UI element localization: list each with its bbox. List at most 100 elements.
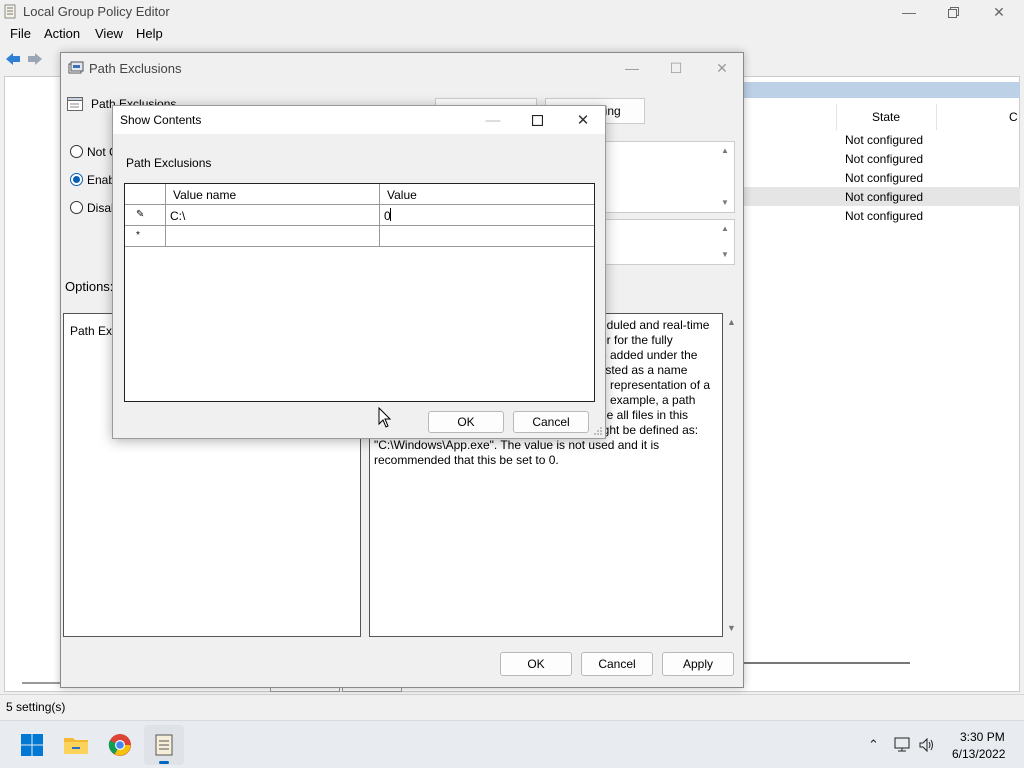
- maximize-button[interactable]: [523, 109, 551, 131]
- row-edit-marker[interactable]: ✎: [125, 205, 166, 226]
- help-text: "C:\Windows\App.exe". The value is not u…: [374, 438, 660, 452]
- show-contents-titlebar: Show Contents — ✕: [113, 106, 605, 134]
- scroll-up-icon[interactable]: ▲: [727, 317, 736, 327]
- row-header-corner: [125, 184, 166, 205]
- restore-icon: [947, 6, 959, 18]
- options-label: Options:: [65, 279, 114, 294]
- policy-window-title: Path Exclusions: [89, 61, 182, 76]
- network-icon[interactable]: [894, 737, 912, 753]
- windows-logo-icon: [21, 734, 43, 756]
- scroll-down-icon[interactable]: ▼: [727, 623, 736, 633]
- maximize-button[interactable]: ☐: [661, 57, 691, 79]
- minimize-button[interactable]: —: [886, 0, 932, 24]
- help-text: ight be defined as:: [600, 423, 699, 437]
- list-label: Path Exclusions: [126, 156, 212, 170]
- column-header-comment[interactable]: C: [1009, 110, 1018, 124]
- table-row-selected[interactable]: Not configured: [744, 187, 1020, 206]
- show-contents-title: Show Contents: [120, 113, 202, 127]
- policy-editor-icon: [155, 734, 173, 756]
- chevron-up-icon[interactable]: ⌃: [868, 737, 879, 753]
- clock-time[interactable]: 3:30 PM: [960, 730, 1005, 744]
- menu-action[interactable]: Action: [44, 26, 80, 41]
- policy-editor-icon: [4, 4, 16, 19]
- comment-box[interactable]: [605, 141, 735, 213]
- notepad-button[interactable]: [144, 725, 184, 765]
- maximize-icon: [531, 114, 543, 126]
- help-text: recommended that this be set to 0.: [374, 453, 559, 467]
- ok-button[interactable]: OK: [500, 652, 572, 676]
- gpe-header-strip: [740, 82, 1020, 98]
- values-grid: Value name Value ✎ C:\ 0 *: [124, 183, 595, 402]
- back-arrow-icon[interactable]: [4, 51, 22, 67]
- chrome-icon: [108, 734, 131, 756]
- scroll-up-icon[interactable]: ▲: [721, 224, 729, 233]
- ok-button[interactable]: OK: [428, 411, 504, 433]
- setting-icon: [67, 97, 83, 111]
- cancel-button[interactable]: Cancel: [581, 652, 653, 676]
- menu-file[interactable]: File: [10, 26, 31, 41]
- new-value-name-cell[interactable]: [166, 226, 380, 247]
- column-header-state[interactable]: State: [872, 110, 900, 124]
- taskbar: ⌃ 3:30 PM 6/13/2022: [0, 720, 1024, 768]
- supported-on-box: [605, 219, 735, 265]
- mouse-pointer-icon: [378, 407, 392, 428]
- minimize-button[interactable]: —: [479, 109, 507, 131]
- scroll-down-icon[interactable]: ▼: [721, 198, 729, 207]
- column-header-text: Value name: [173, 188, 237, 202]
- restore-button[interactable]: [930, 0, 976, 24]
- close-button[interactable]: ✕: [569, 109, 597, 131]
- value-name-cell[interactable]: C:\: [166, 205, 380, 226]
- menu-view[interactable]: View: [95, 26, 123, 41]
- table-row[interactable]: Not configured: [837, 130, 1020, 149]
- menubar: File Action View Help: [0, 24, 1024, 44]
- cancel-button[interactable]: Cancel: [513, 411, 589, 433]
- scroll-up-icon[interactable]: ▲: [721, 146, 729, 155]
- resize-grip-icon[interactable]: [593, 426, 603, 436]
- left-pane-scrollbar[interactable]: [22, 682, 62, 684]
- gpe-title: Local Group Policy Editor: [23, 4, 170, 19]
- disabled-radio[interactable]: [70, 201, 83, 214]
- table-row[interactable]: Not configured: [837, 149, 1020, 168]
- value-cell-editing[interactable]: 0: [380, 205, 594, 226]
- table-row[interactable]: Not configured: [837, 206, 1020, 225]
- enabled-label: Enab: [87, 173, 116, 187]
- status-bar: 5 setting(s): [0, 694, 1024, 720]
- close-button[interactable]: ✕: [707, 57, 737, 79]
- column-separator: [936, 104, 937, 130]
- column-header-value-name[interactable]: Value name: [166, 184, 380, 205]
- state-cell: Not configured: [845, 209, 924, 223]
- help-text: de all files in this: [600, 408, 689, 422]
- state-cell: Not configured: [845, 133, 924, 147]
- row-new-marker[interactable]: *: [125, 226, 166, 247]
- table-row[interactable]: Not configured: [837, 168, 1020, 187]
- file-explorer-button[interactable]: [56, 725, 96, 765]
- column-header-value[interactable]: Value: [380, 184, 594, 205]
- help-text: eduled and real-time: [600, 318, 710, 332]
- status-text: 5 setting(s): [6, 700, 66, 714]
- not-configured-radio[interactable]: [70, 145, 83, 158]
- text-caret: [390, 208, 391, 221]
- pencil-icon: ✎: [136, 209, 145, 220]
- chrome-button[interactable]: [100, 725, 140, 765]
- close-button[interactable]: ✕: [976, 0, 1022, 24]
- minimize-button[interactable]: —: [617, 57, 647, 79]
- apply-button[interactable]: Apply: [662, 652, 734, 676]
- scroll-down-icon[interactable]: ▼: [721, 250, 729, 259]
- folder-icon: [64, 738, 88, 754]
- forward-arrow-icon[interactable]: [26, 51, 44, 67]
- help-text: or for the fully: [600, 333, 673, 347]
- state-cell: Not configured: [845, 190, 924, 204]
- help-text: listed as a name: [600, 363, 688, 377]
- horizontal-scrollbar[interactable]: [742, 662, 910, 664]
- enabled-radio[interactable]: [70, 173, 83, 186]
- asterisk-icon: *: [136, 230, 140, 241]
- clock-date[interactable]: 6/13/2022: [952, 747, 1005, 761]
- volume-icon[interactable]: [918, 737, 936, 753]
- new-value-cell[interactable]: [380, 226, 594, 247]
- state-cell: Not configured: [845, 171, 924, 185]
- start-button[interactable]: [12, 725, 52, 765]
- column-header-text: Value: [387, 188, 417, 202]
- column-separator: [836, 104, 837, 130]
- menu-help[interactable]: Help: [136, 26, 163, 41]
- policy-window-icon: [68, 61, 84, 74]
